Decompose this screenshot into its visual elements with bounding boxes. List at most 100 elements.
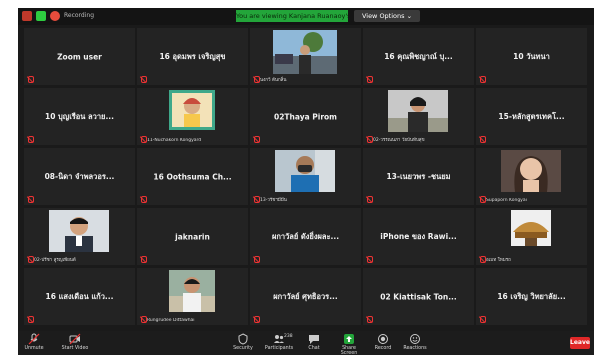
security-label: Security (233, 346, 253, 351)
muted-mic-icon (366, 76, 373, 83)
participant-tile[interactable]: 15-หลักสูตรเทคโ... (476, 88, 587, 145)
participant-name: 16 แสงเดือน แก้ว... (45, 291, 114, 301)
participant-label: 02-วรรณนภา วัยบันทับสุข (373, 138, 425, 143)
participant-tile[interactable]: Supaporn Kongyai (476, 148, 587, 205)
video-off-icon (69, 333, 81, 345)
muted-mic-icon (366, 316, 373, 323)
muted-mic-icon (366, 196, 373, 203)
record-label: Record (374, 346, 392, 351)
participant-tile[interactable]: jaknarin (137, 208, 248, 265)
muted-mic-icon (140, 76, 147, 83)
participant-photo (275, 150, 335, 192)
muted-mic-icon (253, 76, 260, 83)
share-screen-button[interactable]: Share Screen (334, 332, 364, 355)
mic-off-icon (28, 333, 40, 345)
participant-tile[interactable]: 02-ปรีชา สูรญเพียนต์ (24, 208, 135, 265)
participants-label: Participants (264, 346, 294, 351)
participant-name: 16 เจริญ วิทยาลัย... (497, 291, 566, 301)
chat-label: Chat (308, 346, 320, 351)
reactions-button[interactable]: Reactions (402, 332, 428, 354)
participant-label: นงกวี ต้นกลิ่น (260, 78, 287, 83)
participants-count: 238 (284, 334, 293, 339)
app-menu-icon[interactable] (22, 11, 32, 21)
participant-tile[interactable]: นงกวี ต้นกลิ่น (250, 28, 361, 85)
unmute-label: Unmute (24, 346, 44, 351)
start-video-label: Start Video (61, 346, 89, 351)
shield-icon (238, 333, 248, 345)
participant-name: ผกาวัลย์ ดังยิ่งผละ... (271, 231, 340, 241)
participant-name: 10 บุญเรือน ลวาย... (45, 111, 114, 121)
participant-tile[interactable]: 02-วรรณนภา วัยบันทับสุข (363, 88, 474, 145)
participant-photo (388, 90, 448, 132)
participant-tile[interactable]: 16 อุดมพร เจริญสุข (137, 28, 248, 85)
recording-label: Recording (64, 12, 95, 19)
muted-mic-icon (479, 256, 486, 263)
participant-tile[interactable]: ผกาวัลย์ ศุทธิอวร... (250, 268, 361, 325)
participant-name: ผกาวัลย์ ศุทธิอวร... (273, 291, 338, 301)
participant-tile[interactable]: 02 Kiattisak Ton... (363, 268, 474, 325)
record-button[interactable]: Record (372, 332, 394, 354)
participant-label: อเมท ใหมรถ (486, 258, 511, 263)
share-screen-label: Share Screen (340, 346, 358, 355)
participant-photo (169, 270, 215, 312)
meeting-toolbar: Unmute Start Video Security 238 Particip… (18, 331, 594, 355)
view-options-button[interactable]: View Options ⌄ (354, 10, 420, 22)
participant-name: 02Thaya Pirom (273, 112, 338, 121)
participant-photo (169, 90, 215, 130)
participant-tile[interactable]: 10 วันทนา (476, 28, 587, 85)
muted-mic-icon (140, 136, 147, 143)
participant-tile[interactable]: 13-วรัชฯมีมีน (250, 148, 361, 205)
participant-tile[interactable]: 16 Oothsuma Ch... (137, 148, 248, 205)
security-shield-icon[interactable] (36, 11, 46, 21)
participant-label: 13-วรัชฯมีมีน (260, 198, 287, 203)
participant-tile[interactable]: 08-นิดา จำพลวอร... (24, 148, 135, 205)
gallery-grid: Zoom user 16 อุดมพร เจริญสุข นงกวี ต้นกล… (24, 28, 588, 328)
participants-button[interactable]: 238 Participants (262, 332, 296, 354)
participant-tile[interactable]: 13-เนยวพร -ชนยม (363, 148, 474, 205)
participant-tile[interactable]: 10 บุญเรือน ลวาย... (24, 88, 135, 145)
participant-tile[interactable]: 16 คุณพิชญาณ์ บุ... (363, 28, 474, 85)
participant-name: 16 คุณพิชญาณ์ บุ... (384, 51, 453, 61)
muted-mic-icon (253, 136, 260, 143)
participant-tile[interactable]: iPhone ของ Rawi... (363, 208, 474, 265)
participant-tile[interactable]: 02Thaya Pirom (250, 88, 361, 145)
muted-mic-icon (140, 316, 147, 323)
participant-tile[interactable]: Zoom user (24, 28, 135, 85)
muted-mic-icon (366, 136, 373, 143)
participant-name: 16 อุดมพร เจริญสุข (159, 51, 226, 61)
muted-mic-icon (479, 76, 486, 83)
muted-mic-icon (27, 136, 34, 143)
participant-photo (273, 30, 337, 74)
participant-name: 15-หลักสูตรเทคโ... (498, 111, 565, 121)
participant-photo (501, 150, 561, 192)
start-video-button[interactable]: Start Video (60, 332, 90, 354)
participant-tile[interactable]: ผกาวัลย์ ดังยิ่งผละ... (250, 208, 361, 265)
participant-label: 11-Nuchakorn Kongyard (147, 138, 202, 143)
participant-name: 13-เนยวพร -ชนยม (386, 171, 451, 181)
muted-mic-icon (27, 256, 34, 263)
participant-name: 02 Kiattisak Ton... (380, 292, 457, 301)
muted-mic-icon (27, 316, 34, 323)
muted-mic-icon (479, 196, 486, 203)
participant-tile[interactable]: 16 แสงเดือน แก้ว... (24, 268, 135, 325)
participant-label: Supaporn Kongyai (486, 198, 527, 203)
reactions-label: Reactions (403, 346, 427, 351)
participant-name: Zoom user (57, 52, 102, 61)
security-button[interactable]: Security (230, 332, 256, 354)
zoom-meeting-window: Recording You are viewing Kanjana Ruanao… (18, 8, 594, 355)
participant-tile[interactable]: อเมท ใหมรถ (476, 208, 587, 265)
participant-tile[interactable]: Rungrudee Dittawhai (137, 268, 248, 325)
participant-tile[interactable]: 11-Nuchakorn Kongyard (137, 88, 248, 145)
leave-meeting-button[interactable]: Leave (570, 337, 590, 349)
record-icon (378, 334, 388, 344)
share-screen-icon (344, 334, 354, 344)
unmute-button[interactable]: Unmute (22, 332, 46, 354)
muted-mic-icon (479, 316, 486, 323)
participant-tile[interactable]: 16 เจริญ วิทยาลัย... (476, 268, 587, 325)
participant-label: 02-ปรีชา สูรญเพียนต์ (34, 258, 76, 263)
chat-button[interactable]: Chat (304, 332, 324, 354)
muted-mic-icon (366, 256, 373, 263)
muted-mic-icon (140, 196, 147, 203)
muted-mic-icon (479, 136, 486, 143)
participant-name: 08-นิดา จำพลวอร... (44, 171, 115, 181)
